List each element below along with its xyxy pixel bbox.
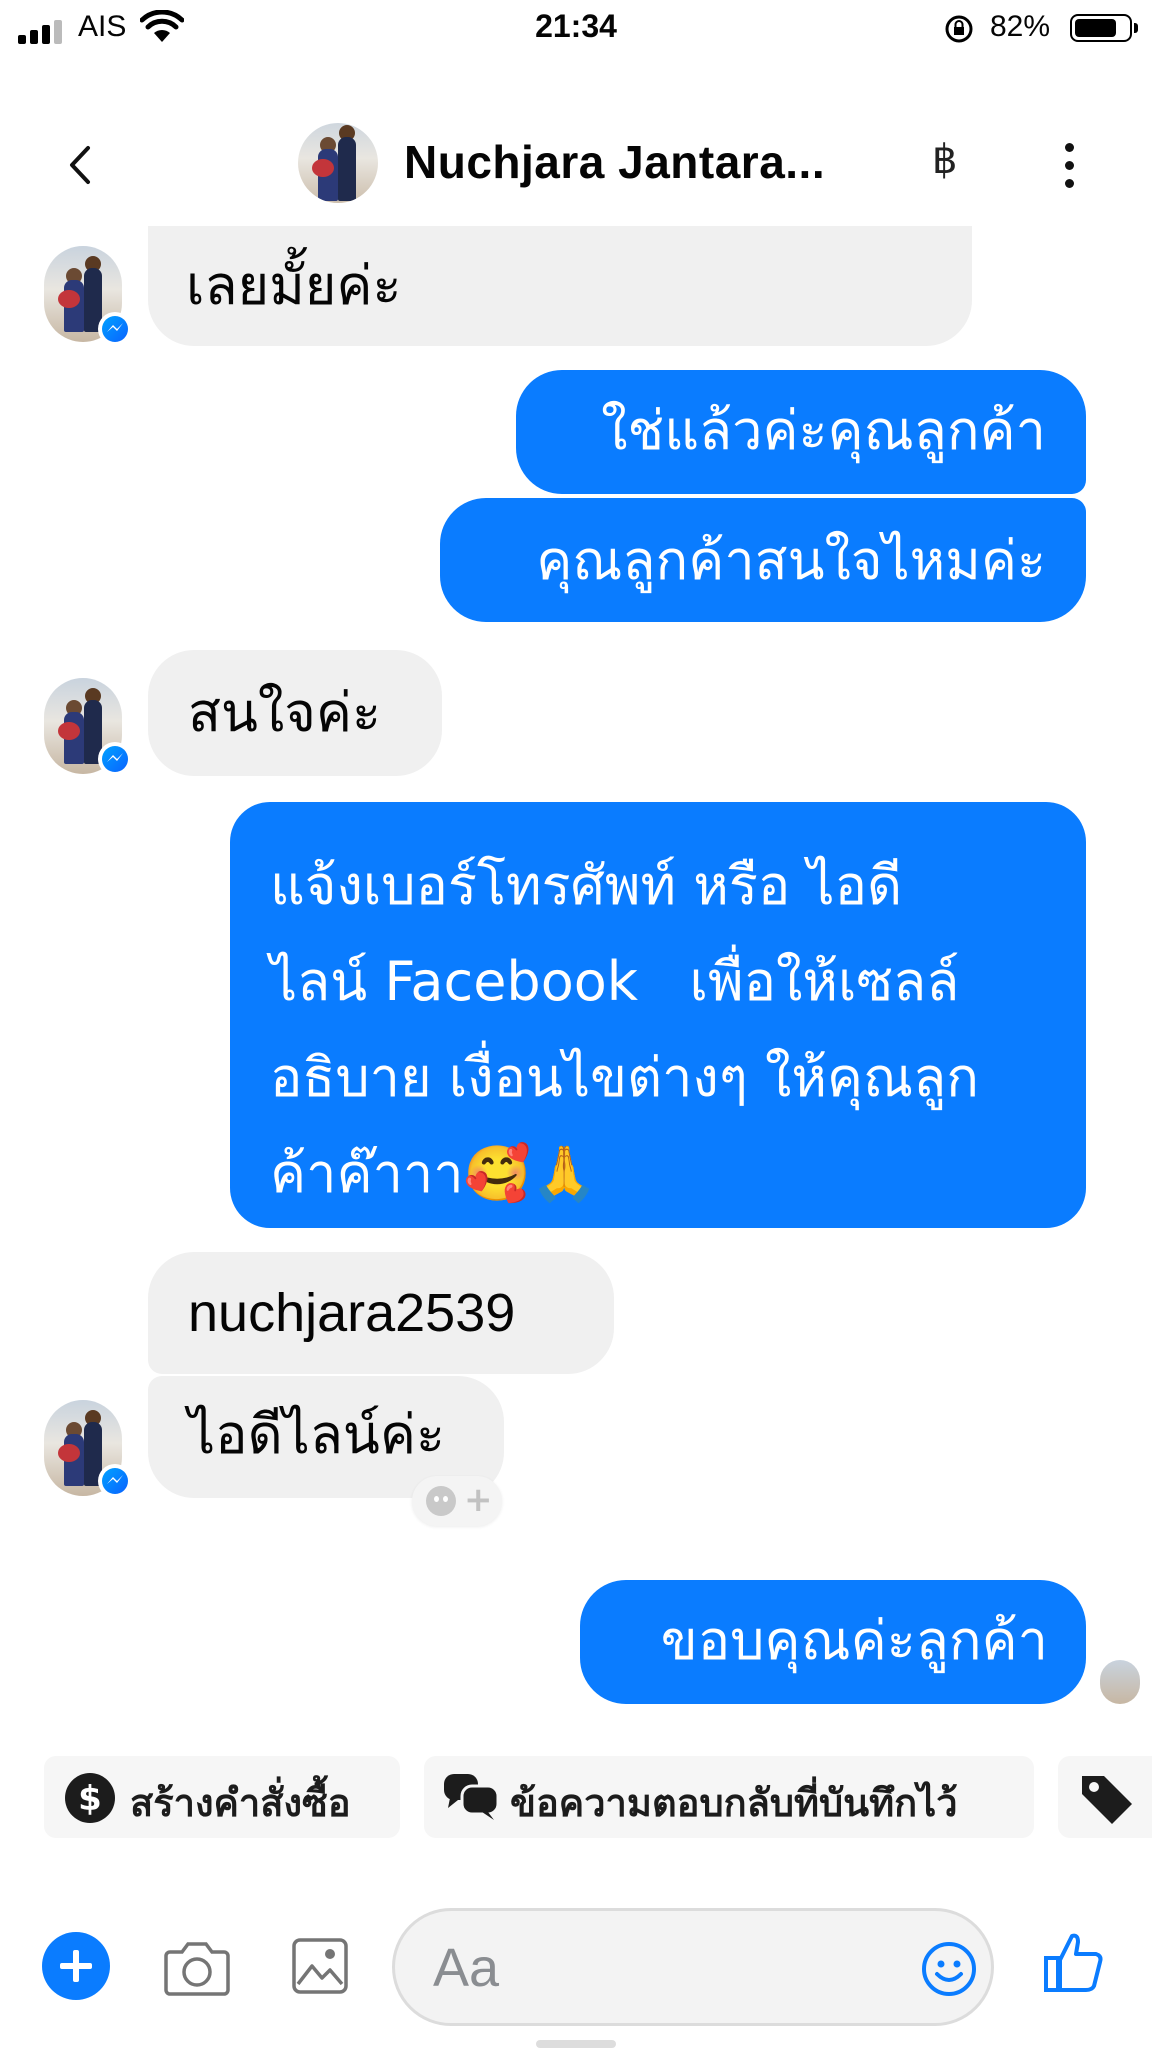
message-line: ค้าค๊าาา🥰🙏 [270,1142,599,1205]
message-input[interactable]: Aa [392,1908,994,2026]
message-line: แจ้งเบอร์โทรศัพท์ หรือ ไอดี [270,854,903,917]
message-text: สนใจค่ะ [188,681,382,744]
message-text: ใช่แล้วค่ะคุณลูกค้า [601,399,1046,462]
tag-icon [1082,1776,1132,1824]
chip-label: ข้อความตอบกลับที่บันทึกไว้ [510,1781,958,1825]
chat-header: Nuchjara Jantara... ฿ [0,95,1152,235]
message-bubble-outgoing[interactable]: ขอบคุณค่ะลูกค้า [580,1580,1086,1704]
create-order-chip[interactable]: $ สร้างคำสั่งซื้อ [44,1756,400,1838]
more-actions-button[interactable] [42,1932,110,2000]
smiley-icon [426,1486,456,1516]
message-text: ไอดีไลน์ค่ะ [188,1403,445,1466]
saved-replies-chip[interactable]: ข้อความตอบกลับที่บันทึกไว้ [424,1756,1034,1838]
tags-chip[interactable] [1058,1756,1152,1838]
battery-percent: 82% [990,10,1051,43]
saved-replies-icon [444,1774,500,1820]
plus-icon: + [464,1480,493,1520]
message-text: nuchjara2539 [188,1283,516,1343]
message-bubble-outgoing[interactable]: แจ้งเบอร์โทรศัพท์ หรือ ไอดี ไลน์ Faceboo… [230,802,1086,1228]
message-bubble-incoming[interactable]: เลยมั้ยค่ะ [148,226,972,346]
clock: 21:34 [535,8,617,44]
messenger-badge-icon [98,742,132,776]
message-line: อธิบาย เงื่อนไขต่างๆ ให้คุณลูก [270,1046,979,1109]
baht-icon[interactable]: ฿ [932,137,957,183]
message-bubble-incoming[interactable]: nuchjara2539 [148,1252,614,1374]
messenger-badge-icon [98,312,132,346]
message-text: เลยมั้ยค่ะ [186,254,402,317]
message-bubble-outgoing[interactable]: ใช่แล้วค่ะคุณลูกค้า [516,370,1086,494]
battery-icon [1070,14,1138,42]
svg-text:$: $ [78,1779,102,1819]
rotation-lock-icon [945,15,973,43]
back-chevron-icon[interactable] [62,145,98,185]
message-text: ขอบคุณค่ะลูกค้า [660,1609,1048,1672]
messenger-badge-icon [98,1464,132,1498]
message-line: ไลน์ Facebook เพื่อให้เซลล์ [270,950,960,1013]
message-bubble-incoming[interactable]: สนใจค่ะ [148,650,442,776]
status-bar: AIS 21:34 82% [0,0,1152,58]
contact-avatar[interactable] [298,123,378,203]
thumbs-up-icon[interactable] [1044,1930,1104,1994]
chip-label: สร้างคำสั่งซื้อ [130,1781,351,1825]
emoji-icon[interactable] [921,1941,977,1997]
message-text: คุณลูกค้าสนใจไหมค่ะ [536,529,1046,592]
read-receipt-avatar [1100,1660,1140,1704]
add-reaction-button[interactable]: + [412,1476,502,1526]
home-indicator [536,2040,616,2048]
more-vertical-icon[interactable] [1062,143,1076,189]
message-input-placeholder: Aa [433,1938,500,1998]
camera-icon[interactable] [164,1938,230,1996]
dollar-circle-icon: $ [65,1773,115,1823]
gallery-icon[interactable] [292,1936,348,1994]
contact-name[interactable]: Nuchjara Jantara... [404,135,825,189]
message-bubble-outgoing[interactable]: คุณลูกค้าสนใจไหมค่ะ [440,498,1086,622]
